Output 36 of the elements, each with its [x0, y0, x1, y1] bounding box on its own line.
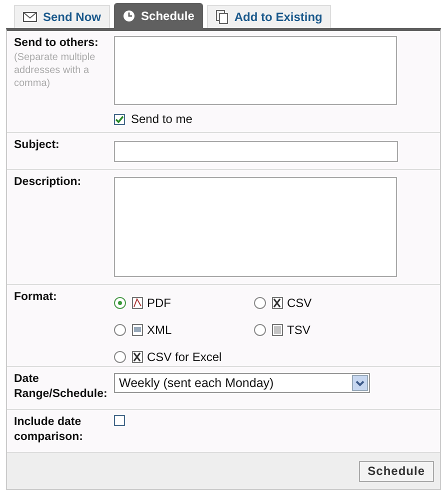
- checkbox-label: Send to me: [131, 112, 192, 126]
- field-label: Send to others:: [14, 36, 100, 51]
- text-file-icon: [272, 324, 283, 336]
- subject-field[interactable]: [114, 141, 398, 162]
- field-label: Include date comparison:: [14, 415, 84, 445]
- option-label: CSV for Excel: [147, 350, 222, 364]
- recipients-field[interactable]: [114, 36, 397, 105]
- envelope-icon: [23, 12, 37, 22]
- xml-file-icon: [132, 324, 143, 336]
- clock-icon: [123, 10, 136, 22]
- radio-button[interactable]: [114, 350, 126, 362]
- tab[interactable]: Schedule: [114, 3, 204, 28]
- option-label: CSV: [287, 296, 312, 310]
- field-label: Subject:: [14, 138, 60, 153]
- field-label: Date Range/Schedule:: [14, 372, 108, 402]
- schedule-button[interactable]: Schedule: [358, 460, 434, 482]
- schedule-dropdown[interactable]: Weekly (sent each Monday): [114, 373, 370, 393]
- tab[interactable]: Send Now: [14, 5, 110, 28]
- option-label: TSV: [287, 322, 310, 336]
- option-label: PDF: [147, 296, 171, 310]
- checkbox[interactable]: [114, 415, 125, 426]
- option-label: XML: [147, 322, 172, 336]
- pages-icon: [216, 10, 228, 24]
- radio-button[interactable]: [114, 296, 126, 308]
- hint-text: (Separate multiple addresses with a comma): [14, 51, 96, 90]
- field-label: Description:: [14, 175, 82, 190]
- spreadsheet-icon: [132, 350, 143, 362]
- spreadsheet-icon: [272, 296, 283, 308]
- radio-button[interactable]: [254, 324, 266, 336]
- tab[interactable]: Add to Existing: [207, 5, 332, 28]
- description-field[interactable]: [114, 177, 397, 277]
- radio-button[interactable]: [254, 296, 266, 308]
- checkbox[interactable]: [114, 114, 125, 124]
- pdf-file-icon: [132, 296, 143, 308]
- radio-button[interactable]: [114, 324, 126, 336]
- field-label: Format:: [14, 290, 58, 305]
